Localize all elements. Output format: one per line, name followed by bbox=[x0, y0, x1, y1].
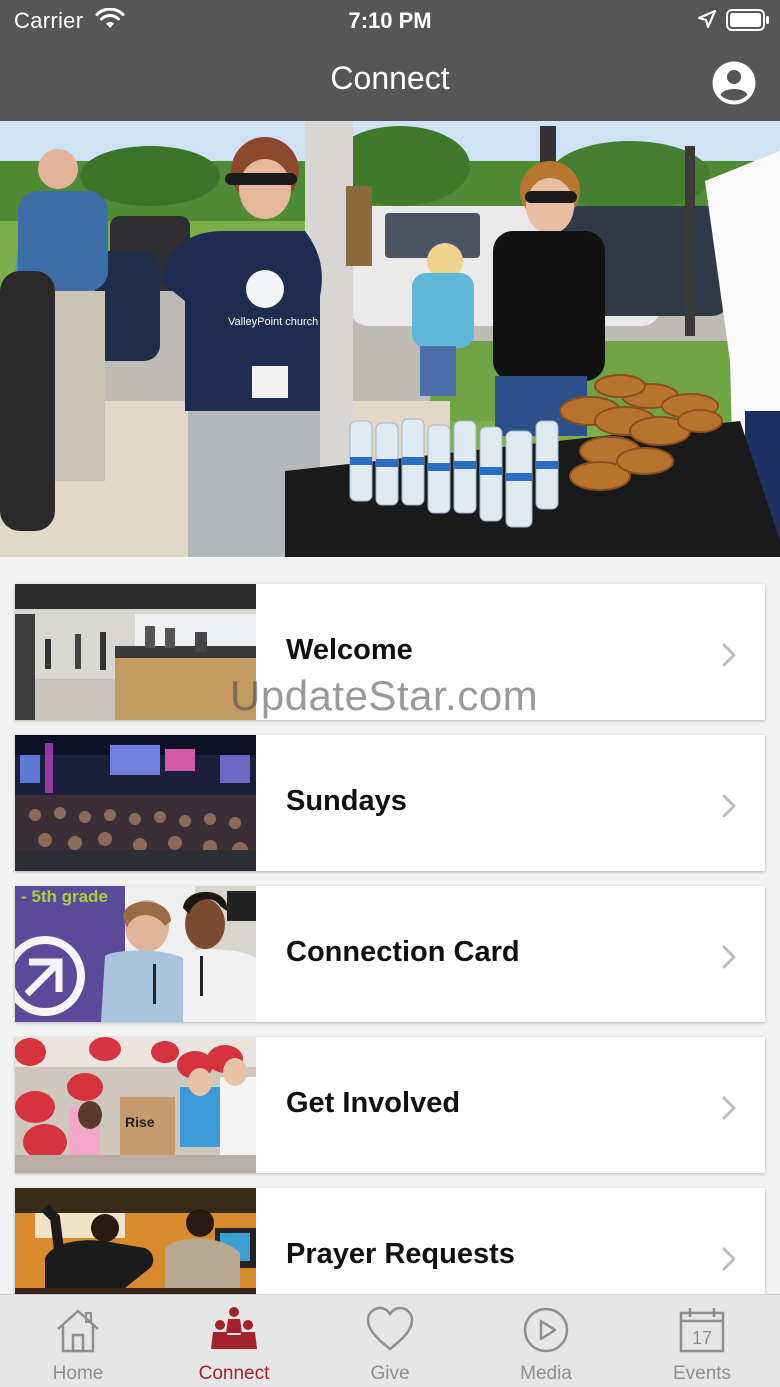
tab-give[interactable]: Give bbox=[312, 1295, 468, 1387]
menu-card-welcome[interactable]: Welcome bbox=[15, 584, 765, 720]
battery-icon bbox=[726, 9, 769, 31]
play-icon bbox=[523, 1307, 569, 1353]
menu-card-label: Prayer Requests bbox=[286, 1238, 515, 1270]
grade-sign-text: - 5th grade bbox=[21, 887, 108, 906]
profile-button[interactable] bbox=[712, 61, 756, 105]
chevron-right-icon bbox=[722, 1247, 736, 1271]
chevron-right-icon bbox=[722, 1096, 736, 1120]
sundays-thumbnail bbox=[15, 735, 256, 871]
get-involved-thumbnail: Rise bbox=[15, 1037, 256, 1173]
rise-box-text: Rise bbox=[125, 1114, 155, 1130]
menu-card-label: Sundays bbox=[286, 785, 407, 817]
menu-card-label: Get Involved bbox=[286, 1087, 461, 1119]
tab-label: Connect bbox=[198, 1363, 270, 1384]
tab-connect[interactable]: Connect bbox=[156, 1295, 312, 1387]
menu-card-label: Connection Card bbox=[286, 936, 520, 968]
chevron-right-icon bbox=[722, 643, 736, 667]
tab-label: Media bbox=[520, 1363, 572, 1384]
tab-label: Home bbox=[52, 1363, 104, 1384]
chevron-right-icon bbox=[722, 945, 736, 969]
page-title: Connect bbox=[330, 60, 450, 96]
location-arrow-icon bbox=[697, 9, 717, 29]
tab-media[interactable]: Media bbox=[468, 1295, 624, 1387]
calendar-icon: 17 bbox=[679, 1308, 725, 1353]
calendar-day-number: 17 bbox=[692, 1328, 712, 1348]
welcome-thumbnail bbox=[15, 584, 256, 720]
shirt-text: ValleyPoint church bbox=[228, 316, 318, 328]
connection-card-thumbnail: - 5th grade bbox=[15, 886, 256, 1022]
tab-label: Give bbox=[370, 1363, 410, 1384]
chevron-right-icon bbox=[722, 794, 736, 818]
hero-image: ValleyPoint church bbox=[0, 121, 780, 557]
tab-bar: Home Connect Give Media 17 Events bbox=[0, 1294, 780, 1387]
app-screen: Carrier 7:10 PM Connect ValleyPoint chur… bbox=[0, 0, 780, 1387]
tab-events[interactable]: 17 Events bbox=[624, 1295, 780, 1387]
menu-card-sundays[interactable]: Sundays bbox=[15, 735, 765, 871]
menu-card-get-involved[interactable]: Rise Get Involved bbox=[15, 1037, 765, 1173]
people-icon bbox=[211, 1307, 257, 1349]
clock: 7:10 PM bbox=[348, 8, 432, 33]
tab-label: Events bbox=[672, 1363, 732, 1384]
heart-icon bbox=[366, 1306, 414, 1351]
tab-home[interactable]: Home bbox=[0, 1295, 156, 1387]
nav-bar: Connect bbox=[0, 40, 780, 121]
menu-card-label: Welcome bbox=[286, 634, 413, 666]
status-bar: Carrier 7:10 PM bbox=[0, 0, 780, 40]
home-icon bbox=[57, 1309, 99, 1353]
menu-card-connection-card[interactable]: - 5th grade Connection Card bbox=[15, 886, 765, 1022]
